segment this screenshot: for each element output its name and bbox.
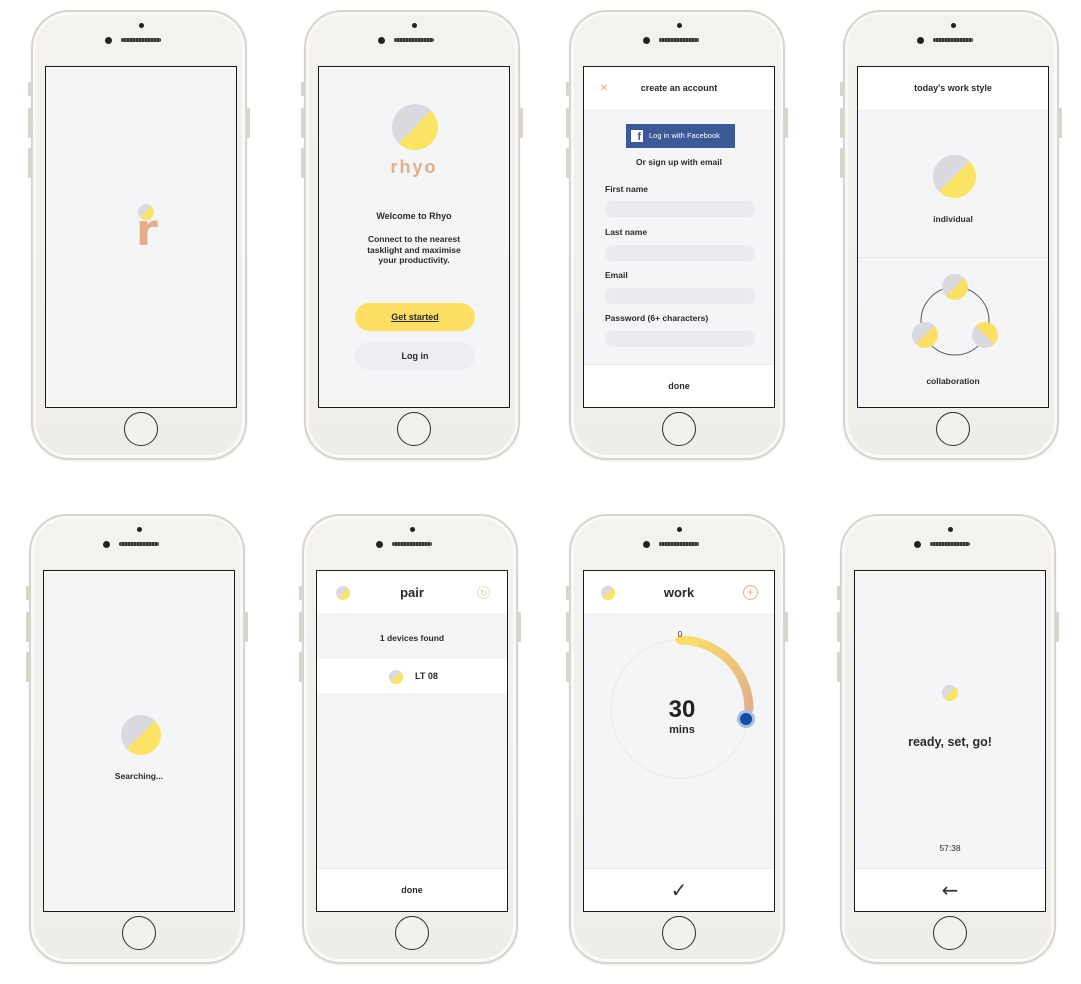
- phone-work: work + 0 30 mins ✓: [566, 514, 788, 964]
- phone-searching: Searching...: [26, 514, 248, 964]
- phone-pair: pair ↻ 1 devices found LT 08 done: [299, 514, 521, 964]
- searching-text: Searching...: [114, 771, 164, 781]
- timer-unit: mins: [669, 724, 695, 736]
- done-button[interactable]: done: [317, 885, 507, 895]
- first-name-field[interactable]: [605, 201, 755, 217]
- splash-screen: r: [45, 66, 237, 408]
- phone-workstyle: today's work style individual collaborat…: [840, 10, 1062, 460]
- pair-header: pair ↻: [317, 571, 507, 613]
- collaboration-label: collaboration: [926, 376, 980, 386]
- signup-screen: × create an account f Log in with Facebo…: [583, 66, 775, 408]
- searching-screen: Searching...: [43, 570, 235, 912]
- timer-remaining: 57:38: [939, 843, 961, 853]
- password-field[interactable]: [605, 331, 755, 347]
- timer-dial[interactable]: 0 30 mins: [584, 613, 775, 813]
- brand-name: rhyo: [390, 157, 438, 177]
- password-label: Password (6+ characters): [605, 313, 709, 323]
- get-started-label: Get started: [391, 312, 439, 322]
- home-button[interactable]: [397, 412, 431, 446]
- workstyle-header: today's work style: [858, 67, 1048, 109]
- home-button[interactable]: [124, 412, 158, 446]
- email-field[interactable]: [605, 288, 755, 304]
- individual-label: individual: [933, 214, 973, 224]
- desc-line: tasklight and maximise: [367, 244, 461, 255]
- desc-line: your productivity.: [378, 255, 450, 265]
- device-row[interactable]: LT 08: [317, 659, 507, 693]
- collaboration-icon: [912, 274, 998, 356]
- home-button[interactable]: [122, 916, 156, 950]
- home-button[interactable]: [936, 412, 970, 446]
- welcome-title: Welcome to Rhyo: [376, 211, 452, 221]
- pair-screen: pair ↻ 1 devices found LT 08 done: [316, 570, 508, 912]
- signup-title: create an account: [640, 83, 718, 93]
- home-button[interactable]: [662, 916, 696, 950]
- collaboration-option[interactable]: collaboration: [858, 258, 1048, 407]
- timer-value: 30: [669, 696, 696, 723]
- work-header: work +: [584, 571, 774, 613]
- work-footer: ✓: [584, 868, 774, 911]
- first-name-label: First name: [605, 184, 648, 194]
- ready-text: ready, set, go!: [908, 735, 992, 749]
- phone-welcome: rhyo Welcome to Rhyo Connect to the near…: [301, 10, 523, 460]
- dial-knob[interactable]: [737, 710, 755, 728]
- log-in-button[interactable]: Log in: [355, 342, 475, 370]
- email-label: Email: [605, 270, 628, 280]
- welcome-description: Connect to the nearest tasklight and max…: [319, 234, 509, 266]
- refresh-icon[interactable]: ↻: [477, 586, 490, 599]
- or-email-text: Or sign up with email: [636, 157, 722, 167]
- back-arrow-icon[interactable]: ←: [855, 878, 1045, 902]
- device-name: LT 08: [415, 671, 438, 681]
- devices-found-text: 1 devices found: [379, 633, 445, 643]
- device-circle-icon: [389, 670, 403, 684]
- facebook-label: Log in with Facebook: [649, 131, 720, 140]
- ready-footer: ←: [855, 868, 1045, 911]
- confirm-check-icon[interactable]: ✓: [584, 878, 774, 902]
- signup-footer: done: [584, 364, 774, 407]
- signup-header: × create an account: [584, 67, 774, 109]
- ready-circle-icon: [942, 685, 958, 701]
- individual-circle-icon: [933, 155, 976, 198]
- get-started-button[interactable]: Get started: [355, 303, 475, 331]
- work-screen: work + 0 30 mins ✓: [583, 570, 775, 912]
- individual-option[interactable]: individual: [858, 109, 1048, 258]
- home-button[interactable]: [395, 916, 429, 950]
- last-name-field[interactable]: [605, 245, 755, 261]
- ready-screen: ready, set, go! 57:38 ←: [854, 570, 1046, 912]
- pair-footer: done: [317, 868, 507, 911]
- searching-circle-icon: [121, 715, 161, 755]
- desc-line: Connect to the nearest: [367, 234, 461, 244]
- home-button[interactable]: [933, 916, 967, 950]
- phone-signup: × create an account f Log in with Facebo…: [566, 10, 788, 460]
- workstyle-screen: today's work style individual collaborat…: [857, 66, 1049, 408]
- facebook-login-button[interactable]: f Log in with Facebook: [626, 124, 735, 148]
- done-button[interactable]: done: [584, 381, 774, 391]
- workstyle-title: today's work style: [914, 83, 992, 93]
- facebook-icon: f: [631, 130, 643, 143]
- phone-ready: ready, set, go! 57:38 ←: [837, 514, 1059, 964]
- welcome-screen: rhyo Welcome to Rhyo Connect to the near…: [318, 66, 510, 408]
- home-button[interactable]: [662, 412, 696, 446]
- phone-splash: r: [28, 10, 250, 460]
- logo-letter: r: [136, 205, 158, 256]
- brand-logo-icon: [392, 104, 438, 150]
- dial-start-label: 0: [678, 630, 683, 639]
- last-name-label: Last name: [605, 227, 648, 237]
- add-icon[interactable]: +: [743, 585, 758, 600]
